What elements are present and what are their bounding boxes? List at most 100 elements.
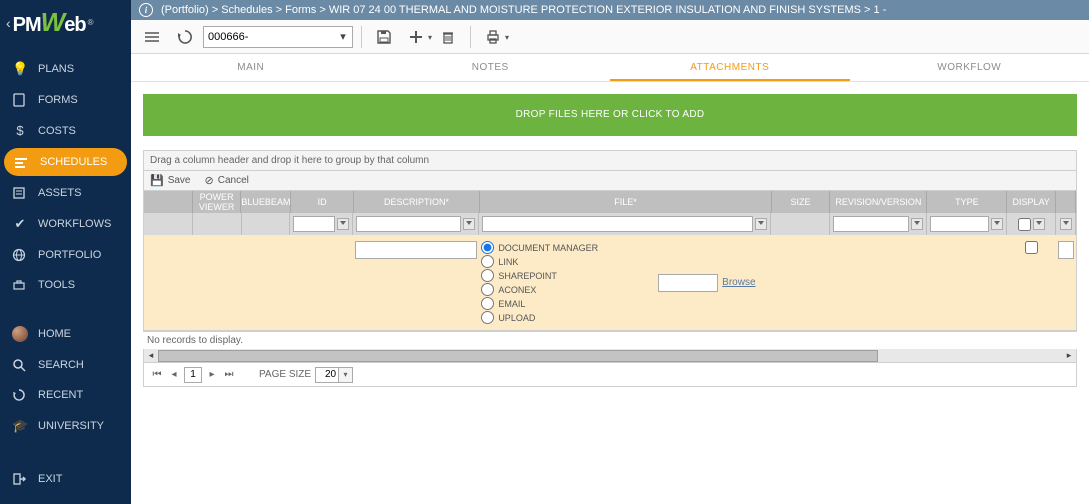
pager-first-button[interactable]: ⏮ — [150, 368, 164, 382]
filter-icon[interactable] — [755, 218, 767, 230]
sidebar-item-costs[interactable]: $ COSTS — [0, 115, 131, 146]
sidebar-item-forms[interactable]: FORMS — [0, 85, 131, 115]
filter-icon[interactable] — [1060, 218, 1072, 230]
record-selector[interactable]: 000666- ▾ — [203, 26, 353, 48]
radio-link[interactable]: LINK — [481, 255, 598, 268]
sidebar-item-exit[interactable]: EXIT — [0, 464, 131, 494]
radio-upload[interactable]: UPLOAD — [481, 311, 598, 324]
col-bluebeam[interactable]: BLUEBEAM — [241, 191, 291, 213]
new-attachment-row: DOCUMENT MANAGER LINK SHAREPOINT ACONEX … — [144, 235, 1076, 331]
col-description[interactable]: DESCRIPTION* — [354, 191, 480, 213]
pagesize-label: PAGE SIZE — [259, 369, 311, 380]
file-source-radios: DOCUMENT MANAGER LINK SHAREPOINT ACONEX … — [481, 241, 598, 324]
radio-doc-manager[interactable]: DOCUMENT MANAGER — [481, 241, 598, 254]
brand: PMWeb — [13, 7, 86, 38]
pager-page-input[interactable] — [184, 367, 202, 383]
sidebar-item-assets[interactable]: ASSETS — [0, 178, 131, 208]
sidebar-item-label: PORTFOLIO — [38, 249, 101, 261]
filter-id-input[interactable] — [293, 216, 334, 232]
dropzone[interactable]: DROP FILES HERE OR CLICK TO ADD — [143, 94, 1077, 136]
description-input[interactable] — [355, 241, 478, 259]
delete-button[interactable] — [434, 23, 462, 51]
add-button[interactable]: ▾ — [402, 23, 430, 51]
sidebar-item-label: EXIT — [38, 473, 62, 485]
lightbulb-icon: 💡 — [12, 61, 28, 77]
recent-icon — [12, 388, 28, 402]
grid-header: POWER VIEWER BLUEBEAM ID DESCRIPTION* FI… — [144, 191, 1076, 213]
sidebar-item-portfolio[interactable]: PORTFOLIO — [0, 240, 131, 270]
pager-last-button[interactable]: ⏭ — [222, 368, 236, 382]
filter-icon[interactable] — [463, 218, 475, 230]
sidebar-item-label: SEARCH — [38, 359, 84, 371]
pagesize-dropdown[interactable]: ▾ — [339, 367, 353, 383]
sidebar-item-recent[interactable]: RECENT — [0, 380, 131, 410]
browse-link[interactable]: Browse — [722, 277, 755, 288]
grid-save-button[interactable]: 💾 Save — [150, 174, 191, 187]
filter-icon[interactable] — [1033, 218, 1045, 230]
filter-display-checkbox[interactable] — [1018, 218, 1031, 231]
pager-next-button[interactable]: ▸ — [205, 368, 219, 382]
horizontal-scrollbar[interactable]: ◂ ▸ — [143, 349, 1077, 363]
avatar-icon — [12, 326, 28, 342]
display-checkbox[interactable] — [1025, 241, 1038, 254]
extra-input[interactable] — [1058, 241, 1074, 259]
filter-icon[interactable] — [911, 218, 923, 230]
filter-icon[interactable] — [991, 218, 1003, 230]
sidebar-item-schedules[interactable]: SCHEDULES — [4, 148, 127, 176]
col-file[interactable]: FILE* — [480, 191, 772, 213]
scroll-left-icon[interactable]: ◂ — [144, 349, 158, 363]
toolbar: 000666- ▾ ▾ ▾ — [131, 20, 1089, 54]
sidebar-item-label: SCHEDULES — [40, 156, 107, 168]
sidebar-item-label: UNIVERSITY — [38, 420, 104, 432]
col-id[interactable]: ID — [291, 191, 353, 213]
col-power-viewer[interactable]: POWER VIEWER — [193, 191, 242, 213]
filter-icon[interactable] — [337, 218, 349, 230]
sidebar-item-university[interactable]: 🎓 UNIVERSITY — [0, 410, 131, 442]
graduation-icon: 🎓 — [12, 418, 28, 434]
col-type[interactable]: TYPE — [927, 191, 1007, 213]
list-button[interactable] — [139, 23, 167, 51]
breadcrumb: (Portfolio) > Schedules > Forms > WIR 07… — [161, 4, 886, 16]
filter-rev-input[interactable] — [833, 216, 909, 232]
sidebar-item-tools[interactable]: TOOLS — [0, 270, 131, 300]
col-display[interactable]: DISPLAY — [1007, 191, 1056, 213]
print-button[interactable]: ▾ — [479, 23, 507, 51]
pager: ⏮ ◂ ▸ ⏭ PAGE SIZE ▾ — [143, 363, 1077, 387]
save-button[interactable] — [370, 23, 398, 51]
radio-email[interactable]: EMAIL — [481, 297, 598, 310]
pagesize-input[interactable] — [315, 367, 339, 383]
record-value: 000666- — [208, 31, 248, 43]
sidebar-item-label: WORKFLOWS — [38, 218, 111, 230]
filter-desc-input[interactable] — [356, 216, 462, 232]
chevron-down-icon: ▾ — [336, 30, 350, 43]
col-revision[interactable]: REVISION/VERSION — [830, 191, 927, 213]
radio-aconex[interactable]: ACONEX — [481, 283, 598, 296]
group-by-bar[interactable]: Drag a column header and drop it here to… — [143, 150, 1077, 171]
filter-file-input[interactable] — [482, 216, 753, 232]
sidebar-item-home[interactable]: HOME — [0, 318, 131, 350]
tab-notes[interactable]: NOTES — [371, 54, 611, 81]
sidebar-item-plans[interactable]: 💡 PLANS — [0, 53, 131, 85]
save-icon: 💾 — [150, 174, 164, 187]
pager-prev-button[interactable]: ◂ — [167, 368, 181, 382]
grid-cancel-button[interactable]: ⊘ Cancel — [205, 174, 249, 187]
file-path-input[interactable] — [658, 274, 718, 292]
history-button[interactable] — [171, 23, 199, 51]
scroll-thumb[interactable] — [158, 350, 878, 362]
tab-workflow[interactable]: WORKFLOW — [850, 54, 1089, 81]
sidebar-item-label: RECENT — [38, 389, 83, 401]
cancel-icon: ⊘ — [205, 174, 214, 187]
scroll-right-icon[interactable]: ▸ — [1062, 349, 1076, 363]
sidebar-item-workflows[interactable]: ✔ WORKFLOWS — [0, 208, 131, 240]
filter-type-input[interactable] — [930, 216, 989, 232]
col-size[interactable]: SIZE — [772, 191, 830, 213]
tab-main[interactable]: MAIN — [131, 54, 371, 81]
main: i (Portfolio) > Schedules > Forms > WIR … — [131, 0, 1089, 504]
collapse-icon[interactable]: ‹ — [6, 15, 11, 31]
info-icon[interactable]: i — [139, 3, 153, 17]
sidebar-item-search[interactable]: SEARCH — [0, 350, 131, 380]
radio-sharepoint[interactable]: SHAREPOINT — [481, 269, 598, 282]
sidebar-item-label: PLANS — [38, 63, 74, 75]
tab-attachments[interactable]: ATTACHMENTS — [610, 54, 850, 81]
exit-icon — [12, 472, 28, 486]
